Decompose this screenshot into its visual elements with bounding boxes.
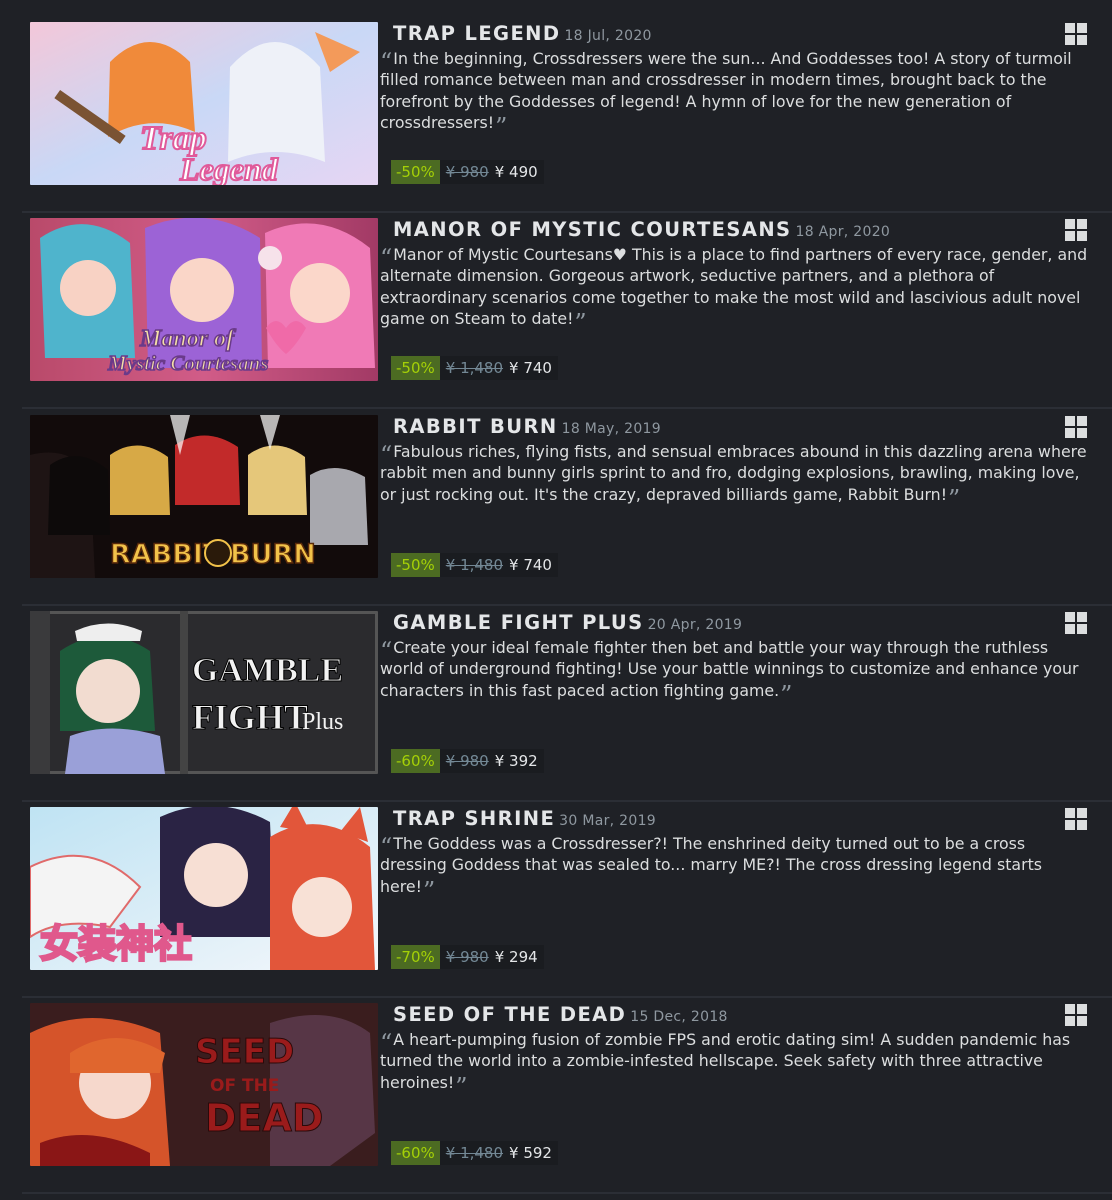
open-quote-icon: “ — [380, 1029, 393, 1057]
final-price: ¥ 490 — [494, 163, 538, 181]
price-block[interactable]: -50% ¥ 980 ¥ 490 — [391, 160, 544, 184]
game-capsule-image[interactable]: RABBIT BURN — [30, 415, 378, 578]
original-price: ¥ 980 — [445, 163, 489, 181]
game-description: “In the beginning, Crossdressers were th… — [380, 48, 1072, 141]
game-title[interactable]: GAMBLE FIGHT PLUS 20 Apr, 2019 — [393, 611, 742, 634]
price-block[interactable]: -70% ¥ 980 ¥ 294 — [391, 945, 544, 969]
open-quote-icon: “ — [380, 833, 393, 861]
discount-badge: -50% — [391, 160, 440, 184]
game-description: “Manor of Mystic Courtesans♥ This is a p… — [380, 244, 1088, 337]
close-quote-icon: ” — [422, 876, 436, 905]
original-price: ¥ 980 — [445, 948, 489, 966]
game-title[interactable]: TRAP LEGEND 18 Jul, 2020 — [393, 22, 652, 45]
open-quote-icon: “ — [380, 637, 393, 665]
game-title[interactable]: SEED OF THE DEAD 15 Dec, 2018 — [393, 1003, 728, 1026]
game-capsule-image[interactable]: GAMBLE FIGHT Plus — [30, 611, 378, 774]
release-date: 20 Apr, 2019 — [647, 617, 743, 633]
windows-icon — [1065, 416, 1087, 438]
original-price: ¥ 1,480 — [445, 1144, 504, 1162]
open-quote-icon: “ — [380, 48, 393, 76]
discount-badge: -60% — [391, 749, 440, 773]
final-price: ¥ 392 — [494, 752, 538, 770]
svg-text:OF THE: OF THE — [210, 1076, 279, 1096]
game-row[interactable]: 女装神社 TRAP SHRINE 30 Mar, 2019 “The Goddes… — [0, 802, 1112, 998]
price-block[interactable]: -60% ¥ 1,480 ¥ 592 — [391, 1141, 558, 1165]
game-row[interactable]: SEED OF THE DEAD SEED OF THE DEAD 15 Dec,… — [0, 998, 1112, 1194]
game-row[interactable]: Trap Legend TRAP LEGEND 18 Jul, 2020 “In … — [0, 17, 1112, 213]
windows-icon — [1065, 219, 1087, 241]
game-list: Trap Legend TRAP LEGEND 18 Jul, 2020 “In … — [0, 0, 1112, 1200]
price-block[interactable]: -50% ¥ 1,480 ¥ 740 — [391, 356, 558, 380]
svg-text:女装神社: 女装神社 — [40, 922, 192, 966]
open-quote-icon: “ — [380, 244, 393, 272]
game-description: “A heart-pumping fusion of zombie FPS an… — [380, 1029, 1071, 1101]
original-price: ¥ 1,480 — [445, 359, 504, 377]
release-date: 18 Apr, 2020 — [795, 224, 891, 240]
release-date: 18 Jul, 2020 — [564, 28, 652, 44]
game-logo: 女装神社 — [39, 921, 194, 968]
release-date: 30 Mar, 2019 — [559, 813, 656, 829]
svg-text:Plus: Plus — [302, 709, 343, 735]
final-price: ¥ 740 — [509, 359, 552, 377]
svg-text:BURN: BURN — [230, 539, 316, 570]
open-quote-icon: “ — [380, 441, 393, 469]
windows-icon — [1065, 1004, 1087, 1026]
game-capsule-image[interactable]: SEED OF THE DEAD — [30, 1003, 378, 1166]
close-quote-icon: ” — [574, 308, 587, 337]
discount-badge: -70% — [391, 945, 440, 969]
svg-text:Legend: Legend — [179, 151, 279, 185]
svg-text:GAMBLE: GAMBLE — [192, 652, 343, 689]
windows-icon — [1065, 808, 1087, 830]
discount-badge: -50% — [391, 356, 440, 380]
svg-text:Mystic Courtesans: Mystic Courtesans — [107, 351, 268, 375]
game-capsule-image[interactable]: Trap Legend — [30, 22, 378, 185]
close-quote-icon: ” — [780, 680, 793, 709]
price-block[interactable]: -50% ¥ 1,480 ¥ 740 — [391, 553, 558, 577]
game-capsule-image[interactable]: 女装神社 — [30, 807, 378, 970]
close-quote-icon: ” — [948, 484, 961, 513]
discount-badge: -50% — [391, 553, 440, 577]
svg-text:DEAD: DEAD — [205, 1096, 323, 1140]
game-title[interactable]: TRAP SHRINE 30 Mar, 2019 — [393, 807, 656, 830]
windows-icon — [1065, 23, 1087, 45]
game-row[interactable]: Manor of Mystic Courtesans MANOR OF MYST… — [0, 213, 1112, 409]
release-date: 18 May, 2019 — [561, 421, 661, 437]
game-row[interactable]: GAMBLE FIGHT Plus GAMBLE FIGHT PLUS 20 Ap… — [0, 606, 1112, 802]
original-price: ¥ 980 — [445, 752, 489, 770]
svg-text:Manor of: Manor of — [139, 326, 236, 352]
svg-text:SEED: SEED — [195, 1032, 294, 1072]
discount-badge: -60% — [391, 1141, 440, 1165]
game-description: “The Goddess was a Crossdresser?! The en… — [380, 833, 1042, 905]
windows-icon — [1065, 612, 1087, 634]
release-date: 15 Dec, 2018 — [630, 1009, 728, 1025]
final-price: ¥ 294 — [494, 948, 538, 966]
game-row[interactable]: RABBIT BURN RABBIT BURN 18 May, 2019 “Fab… — [0, 410, 1112, 606]
game-description: “Fabulous riches, flying fists, and sens… — [380, 441, 1087, 513]
final-price: ¥ 592 — [509, 1144, 552, 1162]
original-price: ¥ 1,480 — [445, 556, 504, 574]
svg-text:FIGHT: FIGHT — [192, 697, 308, 737]
game-title[interactable]: MANOR OF MYSTIC COURTESANS 18 Apr, 2020 — [393, 218, 890, 241]
game-title[interactable]: RABBIT BURN 18 May, 2019 — [393, 415, 661, 438]
final-price: ¥ 740 — [509, 556, 552, 574]
game-capsule-image[interactable]: Manor of Mystic Courtesans — [30, 218, 378, 381]
close-quote-icon: ” — [455, 1072, 468, 1101]
price-block[interactable]: -60% ¥ 980 ¥ 392 — [391, 749, 544, 773]
game-description: “Create your ideal female fighter then b… — [380, 637, 1079, 709]
close-quote-icon: ” — [495, 112, 508, 141]
